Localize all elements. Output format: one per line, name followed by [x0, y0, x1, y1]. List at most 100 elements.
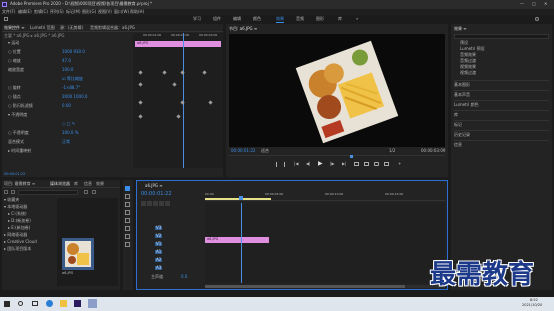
tab-effect-controls[interactable]: 效果控件 ≡: [4, 26, 25, 30]
media-browser-item[interactable]: ▸ C:(系统): [8, 212, 27, 216]
forward-icon[interactable]: [11, 190, 15, 194]
minimize-button[interactable]: —: [520, 2, 524, 6]
panel-group-header[interactable]: 信息: [454, 140, 549, 147]
workspace-tab-libraries[interactable]: 库: [338, 17, 342, 21]
timeline-playhead-handle[interactable]: [239, 196, 243, 200]
tab-lumetri-scopes[interactable]: Lumetri 范围: [30, 26, 55, 30]
step-back-icon[interactable]: ◀|: [306, 162, 310, 166]
media-browser-item[interactable]: ▸ E:(新加卷): [8, 226, 30, 230]
timeline-scrollbar[interactable]: [205, 285, 445, 288]
track-label[interactable]: V2: [155, 234, 163, 238]
keyframe[interactable]: [162, 70, 167, 75]
workspace-tab-learn[interactable]: 学习: [193, 17, 201, 21]
menu-item-graphics[interactable]: 图形(G): [82, 10, 96, 14]
keyframe[interactable]: [138, 70, 143, 75]
menu-item-window[interactable]: 窗口(W): [114, 10, 129, 14]
media-browser-item[interactable]: ▸ D:(新加卷): [8, 219, 31, 223]
effect-property-row[interactable]: ○ □ ✎: [2, 121, 132, 127]
compare-view-icon[interactable]: [384, 162, 389, 166]
workspace-tab-assembly[interactable]: 组件: [213, 17, 221, 21]
keyframe[interactable]: [176, 114, 181, 119]
mark-out-icon[interactable]: [284, 162, 285, 167]
menu-item-marker[interactable]: 标记(M): [66, 10, 81, 14]
home-icon[interactable]: [4, 17, 8, 21]
add-marker-icon[interactable]: [153, 201, 158, 206]
type-tool-icon[interactable]: [125, 242, 130, 247]
menu-item-clip[interactable]: 剪辑(C): [34, 10, 48, 14]
linked-selection-icon[interactable]: [147, 201, 152, 206]
effect-property-row[interactable]: ▸ 时间重映射: [2, 148, 132, 154]
keyframe[interactable]: [138, 114, 143, 119]
search-taskbar-icon[interactable]: [18, 301, 23, 306]
insert-icon[interactable]: [354, 162, 359, 166]
workspace-tab-effects[interactable]: 效果: [276, 17, 284, 21]
program-monitor-title[interactable]: 节目: a6.JPG ≡: [229, 27, 257, 31]
effect-property-value[interactable]: ☑ 等比缩放: [62, 77, 83, 81]
premiere-taskbar-icon[interactable]: [74, 300, 81, 307]
add-button-icon[interactable]: +: [398, 162, 401, 166]
effect-property-value[interactable]: ○ □ ✎: [62, 122, 75, 126]
overwrite-icon[interactable]: [364, 162, 369, 166]
effect-property-value[interactable]: 47.0: [62, 59, 71, 63]
track-header[interactable]: A2: [141, 257, 205, 264]
keyframe[interactable]: [138, 82, 143, 87]
workspace-tab-color[interactable]: 颜色: [253, 17, 261, 21]
go-to-out-icon[interactable]: ▶|: [342, 162, 346, 166]
tab-effects[interactable]: 效果: [96, 182, 104, 186]
explorer-icon[interactable]: [60, 300, 67, 307]
menu-item-file[interactable]: 文件(F): [2, 10, 15, 14]
effect-property-value[interactable]: 1000 930.0: [62, 50, 85, 54]
media-browser-item[interactable]: ▾ 收藏夹: [4, 198, 19, 202]
edge-icon[interactable]: [46, 300, 53, 307]
workspace-tab-editing[interactable]: 编辑: [233, 17, 241, 21]
effects-folder[interactable]: 音频效果: [460, 53, 476, 57]
menu-item-sequence[interactable]: 序列(S): [50, 10, 64, 14]
app-taskbar-icon[interactable]: [88, 299, 97, 308]
close-button[interactable]: ✕: [544, 2, 547, 6]
effect-property-row[interactable]: ▾ 运动: [2, 40, 132, 46]
razor-tool-icon[interactable]: [125, 210, 130, 215]
tab-info[interactable]: 信息: [84, 182, 92, 186]
back-icon[interactable]: [4, 190, 8, 194]
clock-time[interactable]: 8:52: [530, 298, 538, 303]
work-area-bar[interactable]: [205, 198, 271, 200]
tab-media-browser[interactable]: 媒体浏览器: [50, 182, 70, 186]
task-view-icon[interactable]: [32, 301, 38, 306]
effect-property-row[interactable]: ○ 旋转 -1×88.7°: [2, 85, 132, 91]
maximize-button[interactable]: □: [532, 2, 536, 6]
hand-tool-icon[interactable]: [125, 234, 130, 239]
track-label[interactable]: A2: [155, 258, 163, 262]
effect-property-row[interactable]: ○ 防闪烁滤镜 0.00: [2, 103, 132, 109]
mark-in-icon[interactable]: [276, 162, 277, 167]
tab-project[interactable]: 项目: 最需教育 ≡: [4, 182, 35, 186]
timeline-clip[interactable]: a6.JPG: [205, 237, 269, 243]
effects-search[interactable]: [454, 34, 549, 39]
timeline-scroll-thumb[interactable]: [205, 285, 405, 288]
track-header[interactable]: V3: [141, 225, 205, 232]
start-icon[interactable]: [4, 301, 10, 307]
view-icon[interactable]: [92, 190, 96, 194]
search-icon[interactable]: [535, 17, 539, 21]
panel-group-header[interactable]: 标记: [454, 120, 549, 127]
track-header[interactable]: V1: [141, 241, 205, 248]
effects-folder[interactable]: 预设: [460, 41, 468, 45]
media-browser-item[interactable]: ▾ 本地驱动器: [4, 205, 27, 209]
timeline-current-time[interactable]: 00:00:01:22: [141, 192, 172, 197]
menu-item-help[interactable]: 帮助(H): [130, 10, 144, 14]
slip-tool-icon[interactable]: [125, 218, 130, 223]
menu-item-edit[interactable]: 编辑(E): [18, 10, 32, 14]
clock-date[interactable]: 2021/10/20: [522, 303, 542, 308]
timeline-settings-icon[interactable]: [159, 201, 164, 206]
timeline-title[interactable]: a6.JPG ≡: [145, 184, 163, 188]
effect-property-row[interactable]: 缩放宽度 100.0: [2, 67, 132, 73]
effects-folder[interactable]: Lumetri 预设: [460, 47, 485, 51]
mini-clip-bar[interactable]: a6.JPG: [135, 41, 221, 47]
filter-icon[interactable]: [84, 190, 88, 194]
export-frame-icon[interactable]: [374, 162, 379, 166]
program-playhead-marker[interactable]: [350, 155, 353, 158]
effect-property-value[interactable]: -1×88.7°: [62, 86, 80, 90]
media-browser-item[interactable]: ▸ 网络驱动器: [4, 233, 27, 237]
fit-dropdown[interactable]: 适合: [261, 149, 269, 153]
wrench-icon[interactable]: [165, 201, 170, 206]
effect-property-value[interactable]: 正常: [62, 140, 70, 144]
